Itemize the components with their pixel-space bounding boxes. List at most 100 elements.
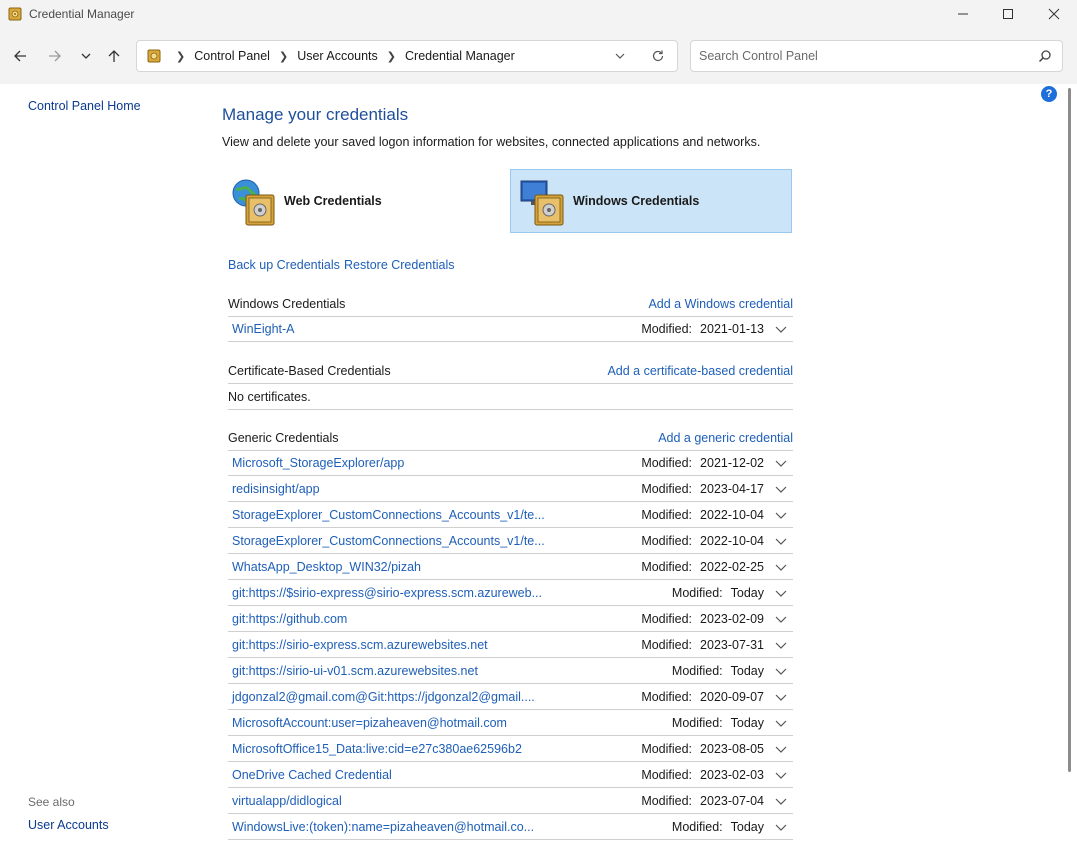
recent-locations-button[interactable] (76, 46, 96, 66)
credential-name[interactable]: StorageExplorer_CustomConnections_Accoun… (232, 508, 545, 522)
credential-modified: Modified: Today (672, 820, 764, 834)
credential-row[interactable]: MicrosoftOffice15_Data:live:cid=e27c380a… (228, 736, 793, 762)
back-arrow-icon (14, 50, 26, 62)
credential-row[interactable]: virtualapp/didlogical Modified: 2023-07-04 (228, 788, 793, 814)
maximize-icon (1003, 9, 1013, 19)
breadcrumb-separator[interactable]: ❯ (279, 50, 288, 63)
windows-credentials-label: Windows Credentials (573, 194, 700, 208)
expand-chevron-icon[interactable] (775, 485, 787, 495)
breadcrumb-separator[interactable]: ❯ (387, 50, 396, 63)
back-button[interactable] (10, 46, 30, 66)
modified-date: Today (730, 716, 764, 730)
credential-name[interactable]: git:https://$sirio-express@sirio-express… (232, 586, 542, 600)
back-up-credentials-link[interactable]: Back up Credentials (228, 258, 340, 272)
credential-name[interactable]: StorageExplorer_CustomConnections_Accoun… (232, 534, 545, 548)
title-bar: Credential Manager (0, 0, 1077, 28)
expand-chevron-icon[interactable] (775, 511, 787, 521)
restore-credentials-link[interactable]: Restore Credentials (344, 258, 454, 272)
credential-name[interactable]: jdgonzal2@gmail.com@Git:https://jdgonzal… (232, 690, 535, 704)
credential-row[interactable]: git:https://sirio-express.scm.azurewebsi… (228, 632, 793, 658)
credential-row[interactable]: WhatsApp_Desktop_WIN32/pizah Modified: 202… (228, 554, 793, 580)
modified-date: 2022-10-04 (700, 534, 764, 548)
credential-name[interactable]: MicrosoftOffice15_Data:live:cid=e27c380a… (232, 742, 522, 756)
credential-manager-icon (8, 7, 22, 21)
credential-row[interactable]: jdgonzal2@gmail.com@Git:https://jdgonzal… (228, 684, 793, 710)
credential-modified: Modified: Today (672, 716, 764, 730)
credential-row[interactable]: StorageExplorer_CustomConnections_Accoun… (228, 502, 793, 528)
credential-name[interactable]: git:https://sirio-express.scm.azurewebsi… (232, 638, 488, 652)
credential-row[interactable]: git:https://sirio-ui-v01.scm.azurewebsit… (228, 658, 793, 684)
forward-button[interactable] (45, 46, 65, 66)
control-panel-home-link[interactable]: Control Panel Home (28, 99, 141, 113)
modified-date: 2020-09-07 (700, 690, 764, 704)
add-certificate-credential-link[interactable]: Add a certificate-based credential (607, 364, 793, 378)
modified-label: Modified: (671, 820, 723, 834)
add-windows-credential-link[interactable]: Add a Windows credential (648, 297, 793, 311)
credential-name[interactable]: git:https://github.com (232, 612, 347, 626)
expand-chevron-icon[interactable] (775, 615, 787, 625)
expand-chevron-icon[interactable] (775, 325, 787, 335)
search-input[interactable] (699, 47, 1029, 65)
navigation-bar: ❯ Control Panel ❯ User Accounts ❯ Creden… (0, 28, 1077, 84)
credential-row[interactable]: WindowsLive:(token):name=pizaheaven@hotm… (228, 814, 793, 840)
windows-credentials-tile[interactable]: Windows Credentials (510, 169, 792, 233)
expand-chevron-icon[interactable] (775, 459, 787, 469)
credential-name[interactable]: WhatsApp_Desktop_WIN32/pizah (232, 560, 421, 574)
modified-label: Modified: (641, 560, 693, 574)
web-credentials-tile[interactable]: Web Credentials (230, 169, 490, 233)
help-button[interactable]: ? (1041, 86, 1057, 102)
credential-name[interactable]: OneDrive Cached Credential (232, 768, 392, 782)
expand-chevron-icon[interactable] (775, 771, 787, 781)
expand-chevron-icon[interactable] (775, 563, 787, 573)
expand-chevron-icon[interactable] (775, 693, 787, 703)
maximize-button[interactable] (985, 0, 1031, 28)
minimize-button[interactable] (940, 0, 986, 28)
credential-name[interactable]: redisinsight/app (232, 482, 320, 496)
credential-name[interactable]: git:https://sirio-ui-v01.scm.azurewebsit… (232, 664, 478, 678)
credential-row[interactable]: MicrosoftAccount:user=pizaheaven@hotmail… (228, 710, 793, 736)
modified-date: 2023-08-05 (700, 742, 764, 756)
credential-row[interactable]: Microsoft_StorageExplorer/app Modified: 20… (228, 450, 793, 476)
credential-name[interactable]: Microsoft_StorageExplorer/app (232, 456, 404, 470)
credential-row[interactable]: redisinsight/app Modified: 2023-04-17 (228, 476, 793, 502)
expand-chevron-icon[interactable] (775, 823, 787, 833)
add-generic-credential-link[interactable]: Add a generic credential (658, 431, 793, 445)
credential-modified: Modified: 2023-04-17 (641, 482, 764, 496)
user-accounts-link[interactable]: User Accounts (28, 818, 109, 832)
modified-date: 2023-04-17 (700, 482, 764, 496)
expand-chevron-icon[interactable] (775, 797, 787, 807)
modified-date: 2023-07-31 (700, 638, 764, 652)
credential-row[interactable]: OneDrive Cached Credential Modified: 2023-… (228, 762, 793, 788)
expand-chevron-icon[interactable] (775, 641, 787, 651)
expand-chevron-icon[interactable] (775, 745, 787, 755)
search-box[interactable] (690, 40, 1063, 72)
expand-chevron-icon[interactable] (775, 667, 787, 677)
credential-name[interactable]: WindowsLive:(token):name=pizaheaven@hotm… (232, 820, 534, 834)
modified-date: Today (730, 820, 764, 834)
credential-name[interactable]: MicrosoftAccount:user=pizaheaven@hotmail… (232, 716, 507, 730)
breadcrumb-user-accounts[interactable]: User Accounts (297, 49, 378, 63)
search-icon[interactable] (1038, 49, 1052, 63)
credential-row[interactable]: WinEight-A Modified: 2021-01-13 (228, 316, 793, 342)
up-button[interactable] (104, 46, 124, 66)
credential-row[interactable]: git:https://$sirio-express@sirio-express… (228, 580, 793, 606)
expand-chevron-icon[interactable] (775, 537, 787, 547)
credential-row[interactable]: git:https://github.com Modified: 2023-02-0… (228, 606, 793, 632)
credential-row[interactable]: StorageExplorer_CustomConnections_Accoun… (228, 528, 793, 554)
up-arrow-icon (108, 50, 120, 62)
generic-credentials-section-title: Generic Credentials (228, 431, 339, 445)
address-bar[interactable]: ❯ Control Panel ❯ User Accounts ❯ Creden… (136, 40, 678, 72)
vertical-scrollbar[interactable] (1068, 88, 1071, 772)
modified-date: 2022-02-25 (700, 560, 764, 574)
close-button[interactable] (1031, 0, 1077, 28)
credential-name[interactable]: virtualapp/didlogical (232, 794, 342, 808)
expand-chevron-icon[interactable] (775, 719, 787, 729)
breadcrumb-credential-manager[interactable]: Credential Manager (405, 49, 515, 63)
dropdown-chevron-icon[interactable] (613, 49, 627, 63)
breadcrumb: ❯ Control Panel ❯ User Accounts ❯ Creden… (167, 49, 515, 63)
refresh-icon[interactable] (651, 49, 665, 63)
expand-chevron-icon[interactable] (775, 589, 787, 599)
credential-name[interactable]: WinEight-A (232, 322, 295, 336)
page-title: Manage your credentials (222, 105, 409, 124)
breadcrumb-control-panel[interactable]: Control Panel (194, 49, 270, 63)
